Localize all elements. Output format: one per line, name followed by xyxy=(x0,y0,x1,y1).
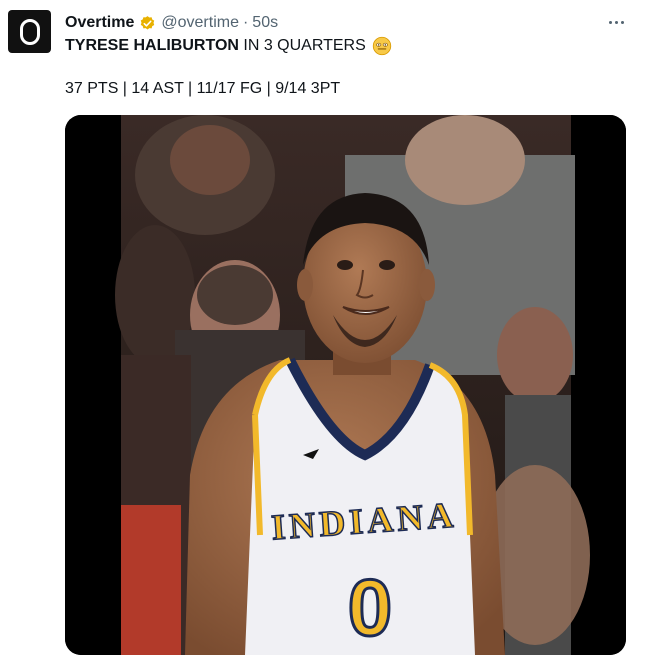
avatar[interactable] xyxy=(8,10,51,53)
tweet-timestamp[interactable]: 50s xyxy=(252,14,278,32)
more-icon[interactable] xyxy=(606,12,626,32)
tweet-text-rest: IN 3 QUARTERS xyxy=(238,37,366,54)
tweet-text-bold: TYRESE HALIBURTON xyxy=(65,37,239,54)
author-name[interactable]: Overtime xyxy=(65,14,134,32)
video-frame: INDIANA 0 xyxy=(65,115,626,655)
smiling-face-emoji-icon xyxy=(372,36,391,56)
tweet-header: Overtime @overtime · 50s xyxy=(65,12,278,34)
separator-dot: · xyxy=(242,14,249,31)
verified-badge-icon xyxy=(141,15,155,30)
tweet-card[interactable]: Overtime @overtime · 50s TYRESE HALIBURT… xyxy=(0,0,660,655)
tweet-text-stats: 37 PTS | 14 AST | 11/17 FG | 9/14 3PT xyxy=(65,80,341,97)
tweet-video[interactable]: INDIANA 0 xyxy=(65,115,626,655)
author-handle[interactable]: @overtime xyxy=(161,14,239,32)
tweet-text-headline: TYRESE HALIBURTON IN 3 QUARTERS xyxy=(65,36,392,56)
overtime-logo-icon xyxy=(19,18,40,45)
jersey-number: 0 xyxy=(348,563,393,652)
